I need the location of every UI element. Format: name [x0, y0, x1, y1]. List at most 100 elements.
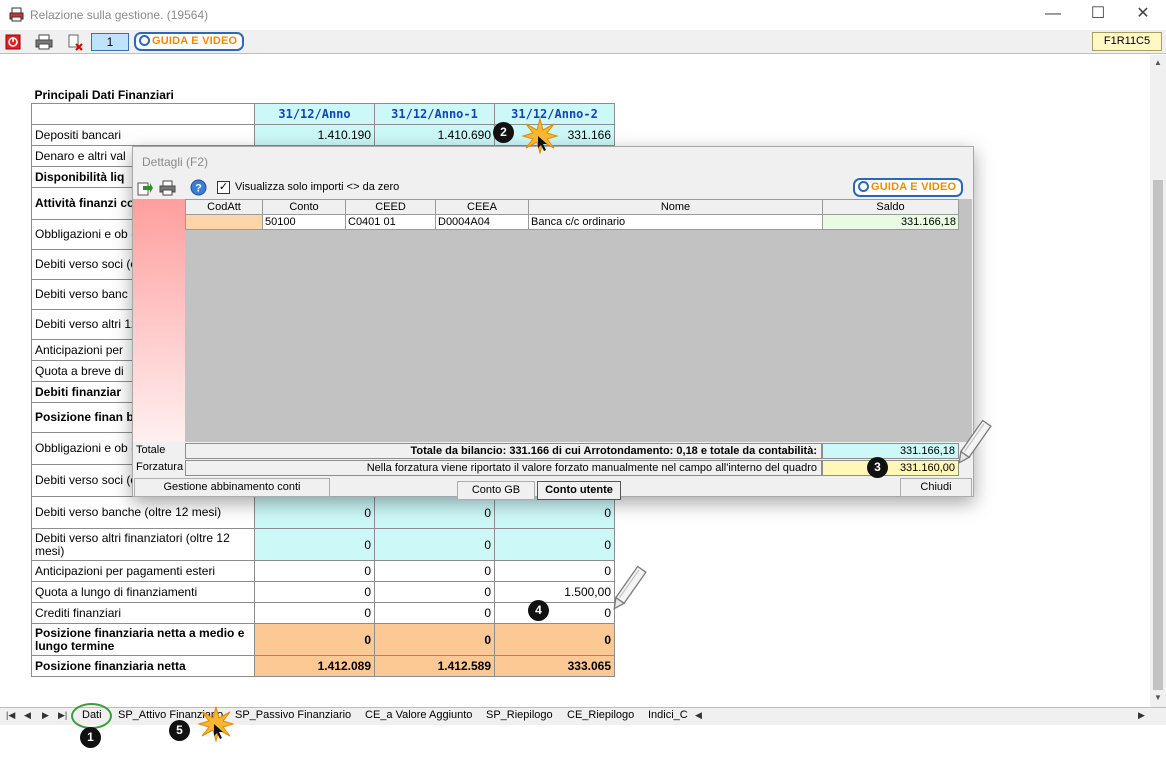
cell-code-box: F1R11C5 [1092, 32, 1162, 51]
cell[interactable]: 0 [374, 560, 495, 582]
cell[interactable]: 0 [494, 496, 615, 529]
close-button[interactable]: ✕ [1120, 0, 1166, 30]
totale-text: Totale da bilancio: 331.166 di cui Arrot… [185, 443, 822, 459]
dialog-guida-button[interactable]: GUIDA E VIDEO [853, 178, 964, 197]
print-icon[interactable] [35, 33, 53, 51]
scroll-up-icon[interactable]: ▲ [1154, 58, 1162, 67]
checkbox-label: Visualizza solo importi <> da zero [235, 181, 400, 193]
col-header: 31/12/Anno [254, 103, 375, 125]
gestione-abbinamento-button[interactable]: Gestione abbinamento conti [134, 478, 330, 497]
cell[interactable]: 0 [254, 496, 375, 529]
minimize-button[interactable]: — [1030, 0, 1076, 30]
tab-indici[interactable]: Indici_C [648, 709, 688, 721]
row-label: Quota a lungo di finanziamenti [31, 581, 255, 603]
next-sheet-icon[interactable]: ▶ [42, 710, 49, 721]
conto-utente-button[interactable]: Conto utente [537, 481, 621, 500]
tab-ce-riepilogo[interactable]: CE_Riepilogo [567, 709, 634, 721]
cell[interactable]: 0 [494, 528, 615, 561]
table-row[interactable]: 50100 C0401 01 D0004A04 Banca c/c ordina… [185, 214, 959, 230]
help-icon[interactable]: ? [190, 179, 207, 196]
scroll-right-icon[interactable]: ▶ [1138, 710, 1145, 721]
tab-sp-passivo-finanziario[interactable]: SP_Passivo Finanziario [235, 709, 351, 721]
cell[interactable]: 0 [374, 528, 495, 561]
cell[interactable]: 0 [254, 602, 375, 624]
forzatura-label: Forzatura [136, 461, 184, 473]
col-header[interactable]: CEEA [435, 199, 529, 215]
vertical-scrollbar[interactable]: ▲ ▼ [1150, 55, 1166, 707]
cell[interactable]: 0 [254, 581, 375, 603]
cell: 0 [374, 623, 495, 656]
cell[interactable]: 1.410.190 [254, 124, 375, 146]
col-header[interactable]: Conto [262, 199, 346, 215]
col-header[interactable]: Nome [528, 199, 823, 215]
callout-badge-4: 4 [528, 600, 549, 621]
cell[interactable]: 0 [254, 560, 375, 582]
cell[interactable]: 0 [494, 560, 615, 582]
click-burst-icon [198, 706, 234, 742]
svg-text:?: ? [195, 183, 202, 195]
pencil-icon [613, 565, 647, 610]
click-burst-icon [522, 118, 558, 154]
cell[interactable]: 0 [254, 528, 375, 561]
row-label: Debiti verso altri finanziatori (oltre 1… [31, 528, 255, 561]
totale-label: Totale [136, 444, 166, 456]
conto-gb-button[interactable]: Conto GB [457, 481, 535, 500]
dialog-title: Dettagli (F2) [142, 155, 209, 169]
callout-badge-1: 1 [80, 727, 101, 748]
cell[interactable]: 0 [374, 581, 495, 603]
export-icon[interactable] [137, 180, 153, 196]
col-header[interactable]: CodAtt [185, 199, 263, 215]
ceed-cell[interactable]: C0401 01 [345, 214, 436, 230]
dialog-toolbar: ? ✓ Visualizza solo importi <> da zero G… [133, 177, 973, 199]
magnifier-icon [139, 35, 150, 46]
row-label: Debiti verso banche (oltre 12 mesi) [31, 496, 255, 529]
first-sheet-icon[interactable]: |◀ [6, 710, 15, 721]
cell[interactable]: 1.410.690 [374, 124, 495, 146]
row-label: Posizione finanziaria netta [31, 655, 255, 677]
accounts-grid: CodAtt Conto CEED CEEA Nome Saldo 50100 … [185, 199, 972, 442]
cell: 1.412.089 [254, 655, 375, 677]
accounts-table: CodAtt Conto CEED CEEA Nome Saldo 50100 … [185, 199, 959, 230]
cell[interactable]: 0 [374, 496, 495, 529]
maximize-button[interactable]: ☐ [1075, 0, 1121, 30]
table-title: Principali Dati Finanziari [34, 88, 174, 102]
codatt-cell[interactable] [185, 214, 263, 230]
saldo-cell[interactable]: 331.166,18 [822, 214, 959, 230]
row-label: Anticipazioni per pagamenti esteri [31, 560, 255, 582]
magnifier-icon [858, 181, 869, 192]
title-bar: Relazione sulla gestione. (19564) — ☐ ✕ [0, 0, 1166, 30]
col-header[interactable]: Saldo [822, 199, 959, 215]
toolbar: 1 GUIDA E VIDEO F1R11C5 [0, 30, 1166, 54]
dialog-side-panel [133, 199, 185, 442]
conto-cell[interactable]: 50100 [262, 214, 346, 230]
chiudi-button[interactable]: Chiudi [900, 478, 972, 497]
cell: 0 [494, 623, 615, 656]
tab-sp-riepilogo[interactable]: SP_Riepilogo [486, 709, 553, 721]
solo-importi-checkbox[interactable]: ✓ [217, 181, 230, 194]
print-icon[interactable] [159, 180, 176, 196]
dati-highlight-circle [71, 703, 112, 729]
cell[interactable]: 1.500,00 [494, 581, 615, 603]
callout-badge-2: 2 [493, 122, 514, 143]
last-sheet-icon[interactable]: ▶| [58, 710, 67, 721]
scroll-left-icon[interactable]: ◀ [695, 710, 702, 721]
power-icon[interactable] [5, 33, 23, 51]
page-number-field[interactable]: 1 [91, 33, 129, 51]
scroll-thumb[interactable] [1153, 180, 1163, 690]
delete-page-icon[interactable] [66, 33, 84, 51]
ceea-cell[interactable]: D0004A04 [435, 214, 529, 230]
tab-ce-valore-aggiunto[interactable]: CE_a Valore Aggiunto [365, 709, 472, 721]
scroll-down-icon[interactable]: ▼ [1154, 693, 1162, 702]
pencil-icon [958, 419, 992, 464]
row-label: Crediti finanziari [31, 602, 255, 624]
cell[interactable]: 0 [494, 602, 615, 624]
prev-sheet-icon[interactable]: ◀ [24, 710, 31, 721]
nome-cell[interactable]: Banca c/c ordinario [528, 214, 823, 230]
forzatura-value[interactable]: 331.160,00 [822, 460, 959, 476]
guida-e-video-button[interactable]: GUIDA E VIDEO [134, 32, 245, 51]
cell[interactable]: 0 [374, 602, 495, 624]
row-label: Depositi bancari [31, 124, 255, 146]
cell: 333.065 [494, 655, 615, 677]
totale-value: 331.166,18 [822, 443, 959, 459]
col-header[interactable]: CEED [345, 199, 436, 215]
